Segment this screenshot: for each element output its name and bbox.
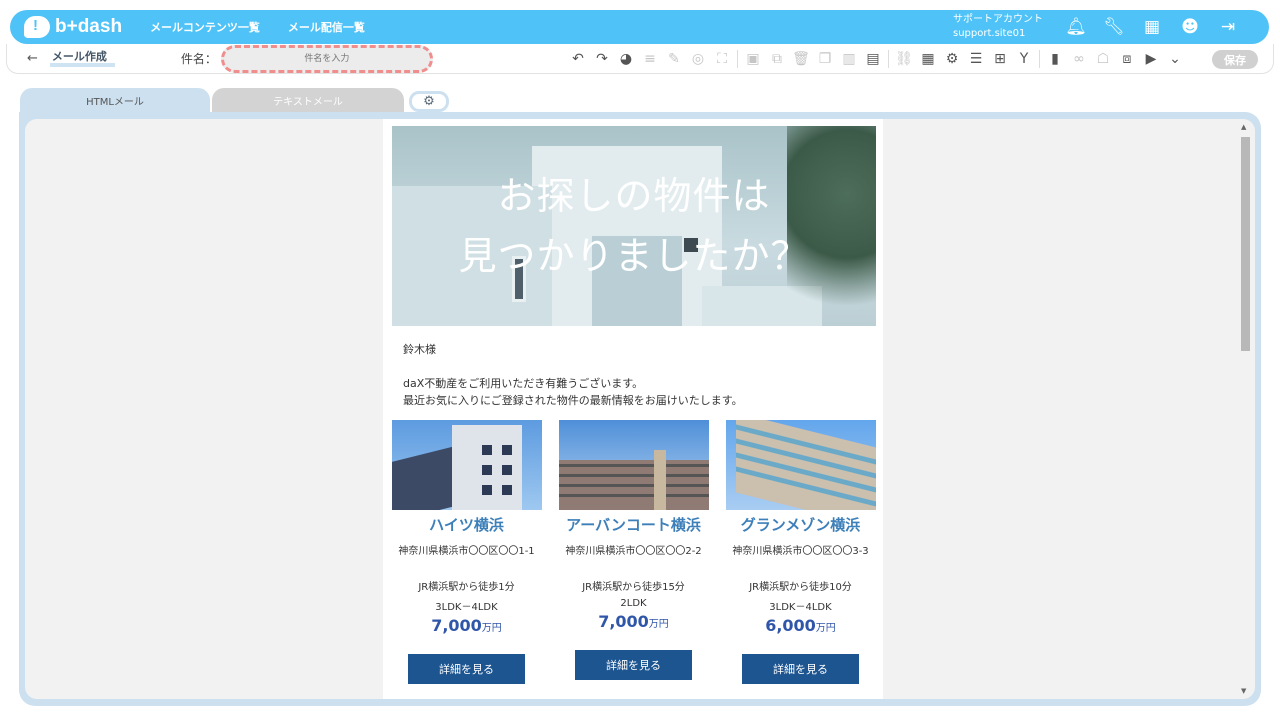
- hero-image[interactable]: お探しの物件は 見つかりましたか？: [392, 126, 876, 326]
- scrollbar-thumb[interactable]: [1241, 137, 1250, 351]
- editor-canvas[interactable]: お探しの物件は 見つかりましたか？ 鈴木様 daX不動産をご利用いただき有難うご…: [25, 119, 1255, 699]
- top-navigation-bar: b+dash メールコンテンツ一覧 メール配信一覧 サポートアカウント supp…: [10, 10, 1269, 44]
- price-value: 7,000: [431, 616, 482, 635]
- align-icon[interactable]: ≡: [638, 48, 662, 70]
- scroll-up-icon[interactable]: ▲: [1241, 123, 1246, 131]
- body-text: daX不動産をご利用いただき有難うございます。 最近お気に入りにご登録された物件…: [403, 375, 743, 409]
- price-unit: 万円: [815, 623, 836, 634]
- property-price: 7,000万円: [383, 616, 550, 635]
- tab-text-mail[interactable]: テキストメール: [212, 88, 404, 113]
- property-address: 神奈川県横浜市〇〇区〇〇1-1: [398, 546, 535, 557]
- header-icons: 🔔︎ 🔧︎ ▦ ☻ ⇥: [1057, 17, 1247, 37]
- account-id: support.site01: [953, 28, 1026, 39]
- palette-icon[interactable]: ◕: [614, 48, 638, 70]
- hero-title-line2: 見つかりましたか？: [458, 234, 810, 278]
- database-icon[interactable]: ☰: [964, 48, 988, 70]
- apps-grid-icon[interactable]: ▦: [1133, 17, 1171, 37]
- chevron-down-icon[interactable]: ⌄: [1163, 48, 1187, 70]
- logo-bubble-icon: [24, 16, 50, 38]
- face-icon[interactable]: ☻: [1171, 17, 1209, 37]
- subject-label: 件名：: [180, 52, 217, 66]
- editor-toolbar: ← メール作成 件名： ↶↷◕≡✎◎⛶ ▣⧉🗑❐▥▤ ⛓▦⚙☰⊞Y ▮∞☖⧈▶⌄ 保存: [6, 44, 1274, 74]
- contact-icon[interactable]: ☖: [1091, 48, 1115, 70]
- columns-icon[interactable]: ▥: [837, 48, 861, 70]
- trash-icon[interactable]: 🗑: [789, 48, 813, 70]
- property-name: アーバンコート横浜: [566, 516, 701, 534]
- link-icon[interactable]: ⛓: [892, 48, 916, 70]
- fullscreen-icon[interactable]: ⛶: [710, 48, 734, 70]
- subject-input[interactable]: [220, 44, 433, 73]
- logo-text: b+dash: [55, 16, 123, 37]
- account-name: サポートアカウント: [953, 14, 1043, 25]
- page-title: メール作成: [49, 50, 115, 67]
- property-photo[interactable]: [725, 420, 876, 510]
- detail-button[interactable]: 詳細を見る: [408, 654, 525, 684]
- price-value: 7,000: [598, 612, 649, 631]
- property-name: ハイツ横浜: [429, 516, 504, 534]
- nav-mail-contents-list[interactable]: メールコンテンツ一覧: [150, 19, 260, 35]
- property-card: ハイツ横浜 神奈川県横浜市〇〇区〇〇1-1 JR横浜駅から徒歩1分 3LDK－4…: [383, 420, 550, 684]
- duplicate-icon[interactable]: ❐: [813, 48, 837, 70]
- logout-icon[interactable]: ⇥: [1209, 17, 1247, 37]
- price-unit: 万円: [648, 619, 669, 630]
- layers-icon[interactable]: ⧈: [1115, 48, 1139, 70]
- account-info[interactable]: サポートアカウント support.site01: [953, 13, 1043, 41]
- rows-icon[interactable]: ▤: [861, 48, 885, 70]
- property-photo[interactable]: [558, 420, 709, 510]
- top-nav-links: メールコンテンツ一覧 メール配信一覧: [150, 19, 393, 35]
- hero-title: お探しの物件は 見つかりましたか？: [392, 166, 876, 286]
- toolbar-divider: [888, 50, 889, 68]
- property-layout: 3LDK－4LDK: [769, 602, 832, 613]
- property-price: 7,000万円: [550, 612, 717, 631]
- property-address: 神奈川県横浜市〇〇区〇〇2-2: [565, 546, 702, 557]
- nav-mail-delivery-list[interactable]: メール配信一覧: [288, 19, 365, 35]
- scroll-down-icon[interactable]: ▼: [1241, 687, 1246, 695]
- pen-icon[interactable]: ✎: [662, 48, 686, 70]
- editor-frame: お探しの物件は 見つかりましたか？ 鈴木様 daX不動産をご利用いただき有難うご…: [19, 112, 1261, 706]
- editor-tools: ↶ ↷ ◕ ≡ ✎ ◎ ⛶ ▣ ⧉ 🗑 ❐ ▥ ▤ ⛓ ▦ ⚙ ☰ ⊞ Y ▮ ∞ ☖ ⧈ ▶ ⌄: [566, 44, 1187, 74]
- property-station: JR横浜駅から徒歩10分: [749, 582, 852, 593]
- back-arrow-icon[interactable]: ←: [27, 51, 38, 66]
- property-price: 6,000万円: [717, 616, 884, 635]
- greeting-text: 鈴木様: [403, 343, 436, 356]
- property-name: グランメゾン横浜: [740, 516, 861, 534]
- image-icon[interactable]: ▣: [741, 48, 765, 70]
- save-button[interactable]: 保存: [1212, 50, 1258, 69]
- gear-icon[interactable]: ⚙: [409, 91, 449, 112]
- detail-button[interactable]: 詳細を見る: [742, 654, 859, 684]
- vertical-scrollbar[interactable]: ▲ ▼: [1239, 123, 1251, 695]
- redo-icon[interactable]: ↷: [590, 48, 614, 70]
- tab-html-mail[interactable]: HTMLメール: [20, 88, 210, 113]
- mail-preview[interactable]: お探しの物件は 見つかりましたか？ 鈴木様 daX不動産をご利用いただき有難うご…: [383, 119, 883, 699]
- property-photo[interactable]: [391, 420, 542, 510]
- property-station: JR横浜駅から徒歩1分: [418, 582, 515, 593]
- property-station: JR横浜駅から徒歩15分: [582, 582, 685, 593]
- calendar-icon[interactable]: ▦: [916, 48, 940, 70]
- hero-title-line1: お探しの物件は: [497, 174, 771, 218]
- property-address: 神奈川県横浜市〇〇区〇〇3-3: [732, 546, 869, 557]
- detail-button[interactable]: 詳細を見る: [575, 650, 692, 680]
- property-card: グランメゾン横浜 神奈川県横浜市〇〇区〇〇3-3 JR横浜駅から徒歩10分 3L…: [717, 420, 884, 684]
- toolbar-divider: [1039, 50, 1040, 68]
- property-card: アーバンコート横浜 神奈川県横浜市〇〇区〇〇2-2 JR横浜駅から徒歩15分 2…: [550, 420, 717, 680]
- wrench-icon[interactable]: 🔧︎: [1095, 17, 1133, 37]
- body-line: 最近お気に入りにご登録された物件の最新情報をお届けいたします。: [403, 394, 743, 407]
- toolbar-divider: [737, 50, 738, 68]
- price-value: 6,000: [765, 616, 816, 635]
- target-icon[interactable]: ◎: [686, 48, 710, 70]
- play-icon[interactable]: ▶: [1139, 48, 1163, 70]
- gears-icon[interactable]: ⚙: [940, 48, 964, 70]
- body-line: daX不動産をご利用いただき有難うございます。: [403, 377, 644, 390]
- price-unit: 万円: [481, 623, 502, 634]
- bdash-logo[interactable]: b+dash: [24, 16, 122, 38]
- add-block-icon[interactable]: ⊞: [988, 48, 1012, 70]
- blocks-icon[interactable]: ▮: [1043, 48, 1067, 70]
- property-layout: 2LDK: [620, 598, 647, 609]
- property-layout: 3LDK－4LDK: [435, 602, 498, 613]
- chain-icon[interactable]: ∞: [1067, 48, 1091, 70]
- bell-icon[interactable]: 🔔︎: [1057, 17, 1095, 37]
- branch-icon[interactable]: Y: [1012, 48, 1036, 70]
- undo-icon[interactable]: ↶: [566, 48, 590, 70]
- copy-icon[interactable]: ⧉: [765, 48, 789, 70]
